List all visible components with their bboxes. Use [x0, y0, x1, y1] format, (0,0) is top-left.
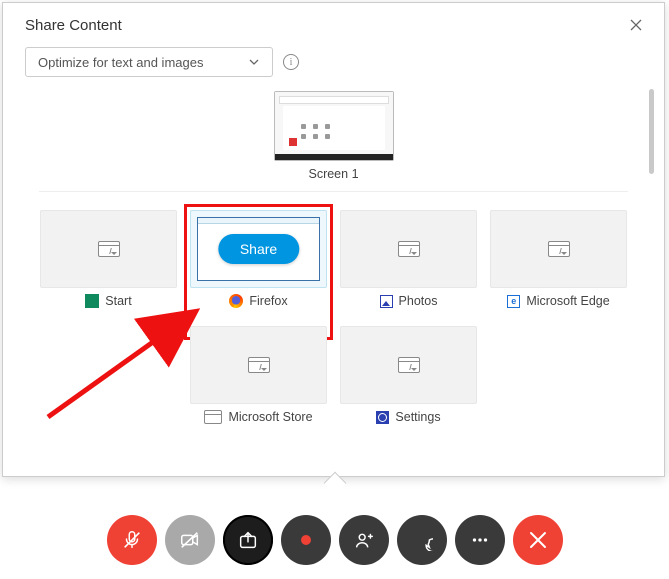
- photos-icon: [380, 295, 393, 308]
- end-call-button[interactable]: [513, 515, 563, 565]
- app-tile-settings[interactable]: [340, 326, 477, 404]
- app-tile-firefox[interactable]: Share: [190, 210, 327, 288]
- record-button[interactable]: [281, 515, 331, 565]
- video-button[interactable]: [165, 515, 215, 565]
- chat-icon: [411, 529, 433, 551]
- window-icon: [548, 241, 570, 257]
- screen-tile-1[interactable]: [274, 91, 394, 161]
- app-item-firefox: Share Firefox: [190, 210, 327, 308]
- optimize-dropdown-value: Optimize for text and images: [38, 55, 203, 70]
- close-button[interactable]: [624, 13, 648, 37]
- chat-button[interactable]: [397, 515, 447, 565]
- meeting-toolbar: [0, 515, 669, 565]
- screens-section: Screen 1: [39, 83, 628, 192]
- scrollbar[interactable]: [649, 89, 654, 174]
- app-label-photos: Photos: [399, 294, 438, 308]
- camera-off-icon: [179, 529, 201, 551]
- window-icon: [398, 357, 420, 373]
- app-item-start: Start: [40, 210, 177, 308]
- app-tile-edge[interactable]: [490, 210, 627, 288]
- dialog-title: Share Content: [25, 17, 122, 34]
- share-content-body: Screen 1 Start Share Firefox: [9, 83, 658, 468]
- record-icon: [301, 535, 311, 545]
- app-label-settings: Settings: [395, 410, 440, 424]
- store-icon: [204, 410, 222, 424]
- optimize-dropdown[interactable]: Optimize for text and images: [25, 47, 273, 77]
- app-label-firefox: Firefox: [249, 294, 287, 308]
- more-button[interactable]: [455, 515, 505, 565]
- participants-icon: [353, 529, 375, 551]
- app-tile-start[interactable]: [40, 210, 177, 288]
- share-content-dialog: Share Content Optimize for text and imag…: [2, 2, 665, 477]
- app-tile-photos[interactable]: [340, 210, 477, 288]
- app-label-edge: Microsoft Edge: [526, 294, 609, 308]
- edge-icon: e: [507, 295, 520, 308]
- mic-muted-icon: [121, 529, 143, 551]
- settings-icon: [376, 411, 389, 424]
- close-icon: [630, 19, 642, 31]
- app-item-edge: e Microsoft Edge: [490, 210, 627, 308]
- screen-1-label: Screen 1: [308, 167, 358, 181]
- window-icon: [98, 241, 120, 257]
- start-icon: [85, 294, 99, 308]
- app-label-store: Microsoft Store: [228, 410, 312, 424]
- participants-button[interactable]: [339, 515, 389, 565]
- firefox-icon: [229, 294, 243, 308]
- info-icon[interactable]: i: [283, 54, 299, 70]
- app-item-store: Microsoft Store: [190, 326, 327, 424]
- app-tile-store[interactable]: [190, 326, 327, 404]
- applications-grid: Start Share Firefox: [39, 210, 628, 424]
- window-icon: [248, 357, 270, 373]
- app-label-start: Start: [105, 294, 131, 308]
- share-icon: [237, 529, 259, 551]
- more-icon: [469, 529, 491, 551]
- window-icon: [398, 241, 420, 257]
- app-item-settings: Settings: [340, 326, 477, 424]
- app-item-photos: Photos: [340, 210, 477, 308]
- share-button[interactable]: Share: [218, 234, 299, 264]
- chevron-down-icon: [248, 56, 260, 68]
- share-screen-button[interactable]: [223, 515, 273, 565]
- mute-button[interactable]: [107, 515, 157, 565]
- close-icon: [529, 531, 547, 549]
